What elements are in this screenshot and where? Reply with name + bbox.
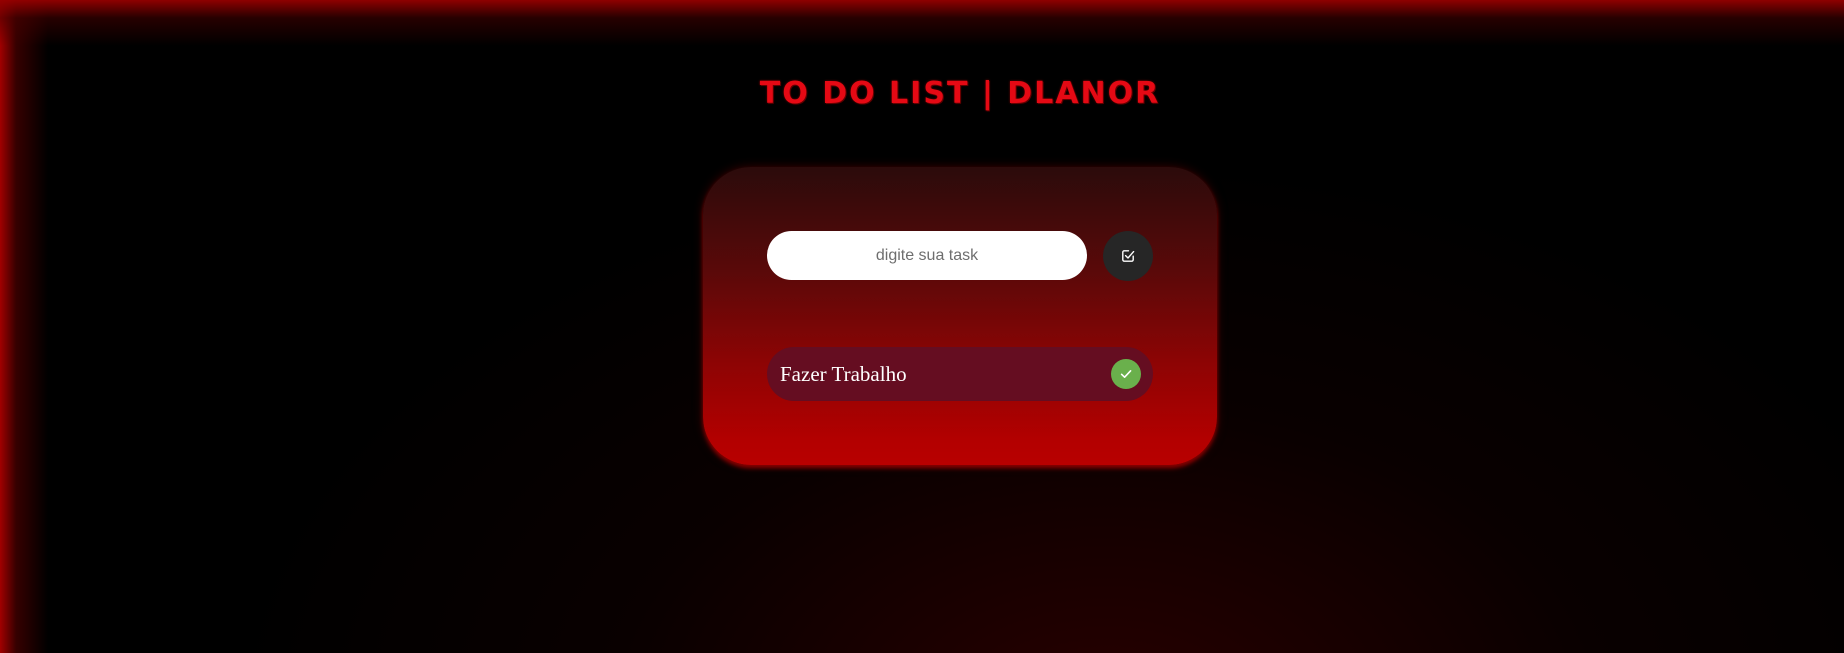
check-icon bbox=[1119, 367, 1133, 381]
checkbox-check-icon bbox=[1121, 249, 1135, 263]
add-task-button[interactable] bbox=[1103, 231, 1153, 281]
page-title: TO DO LIST | DLANOR bbox=[759, 76, 1161, 111]
task-input[interactable] bbox=[767, 231, 1087, 280]
task-item: Fazer Trabalho bbox=[767, 347, 1153, 401]
todo-card: Fazer Trabalho bbox=[703, 167, 1217, 465]
complete-task-button[interactable] bbox=[1111, 359, 1141, 389]
task-label: Fazer Trabalho bbox=[780, 362, 907, 386]
